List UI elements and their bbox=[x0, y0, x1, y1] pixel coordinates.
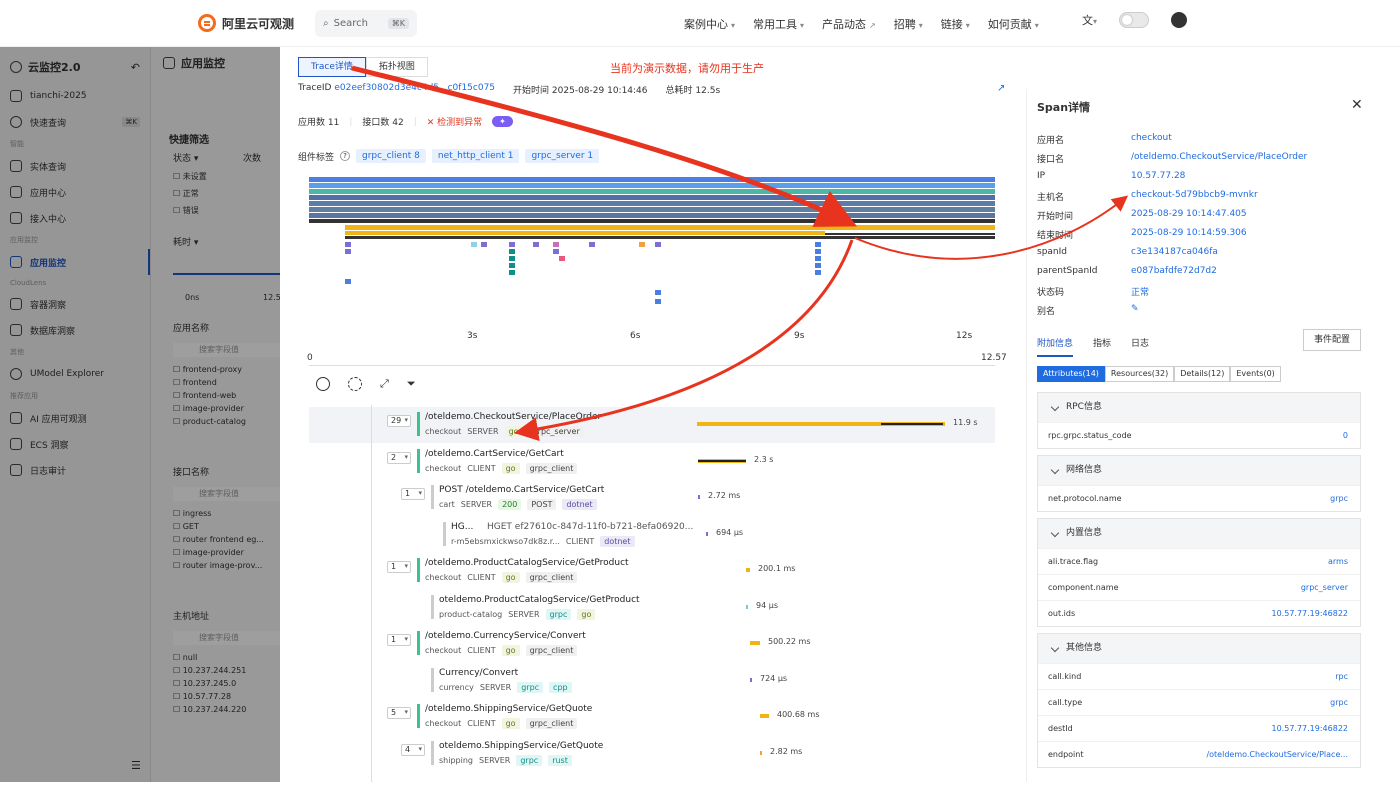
arrow-to-minimap bbox=[351, 65, 858, 227]
arrow-to-span-detail bbox=[854, 195, 1129, 260]
annotation-arrows bbox=[351, 65, 1129, 442]
arrow-to-span-row bbox=[514, 239, 854, 442]
